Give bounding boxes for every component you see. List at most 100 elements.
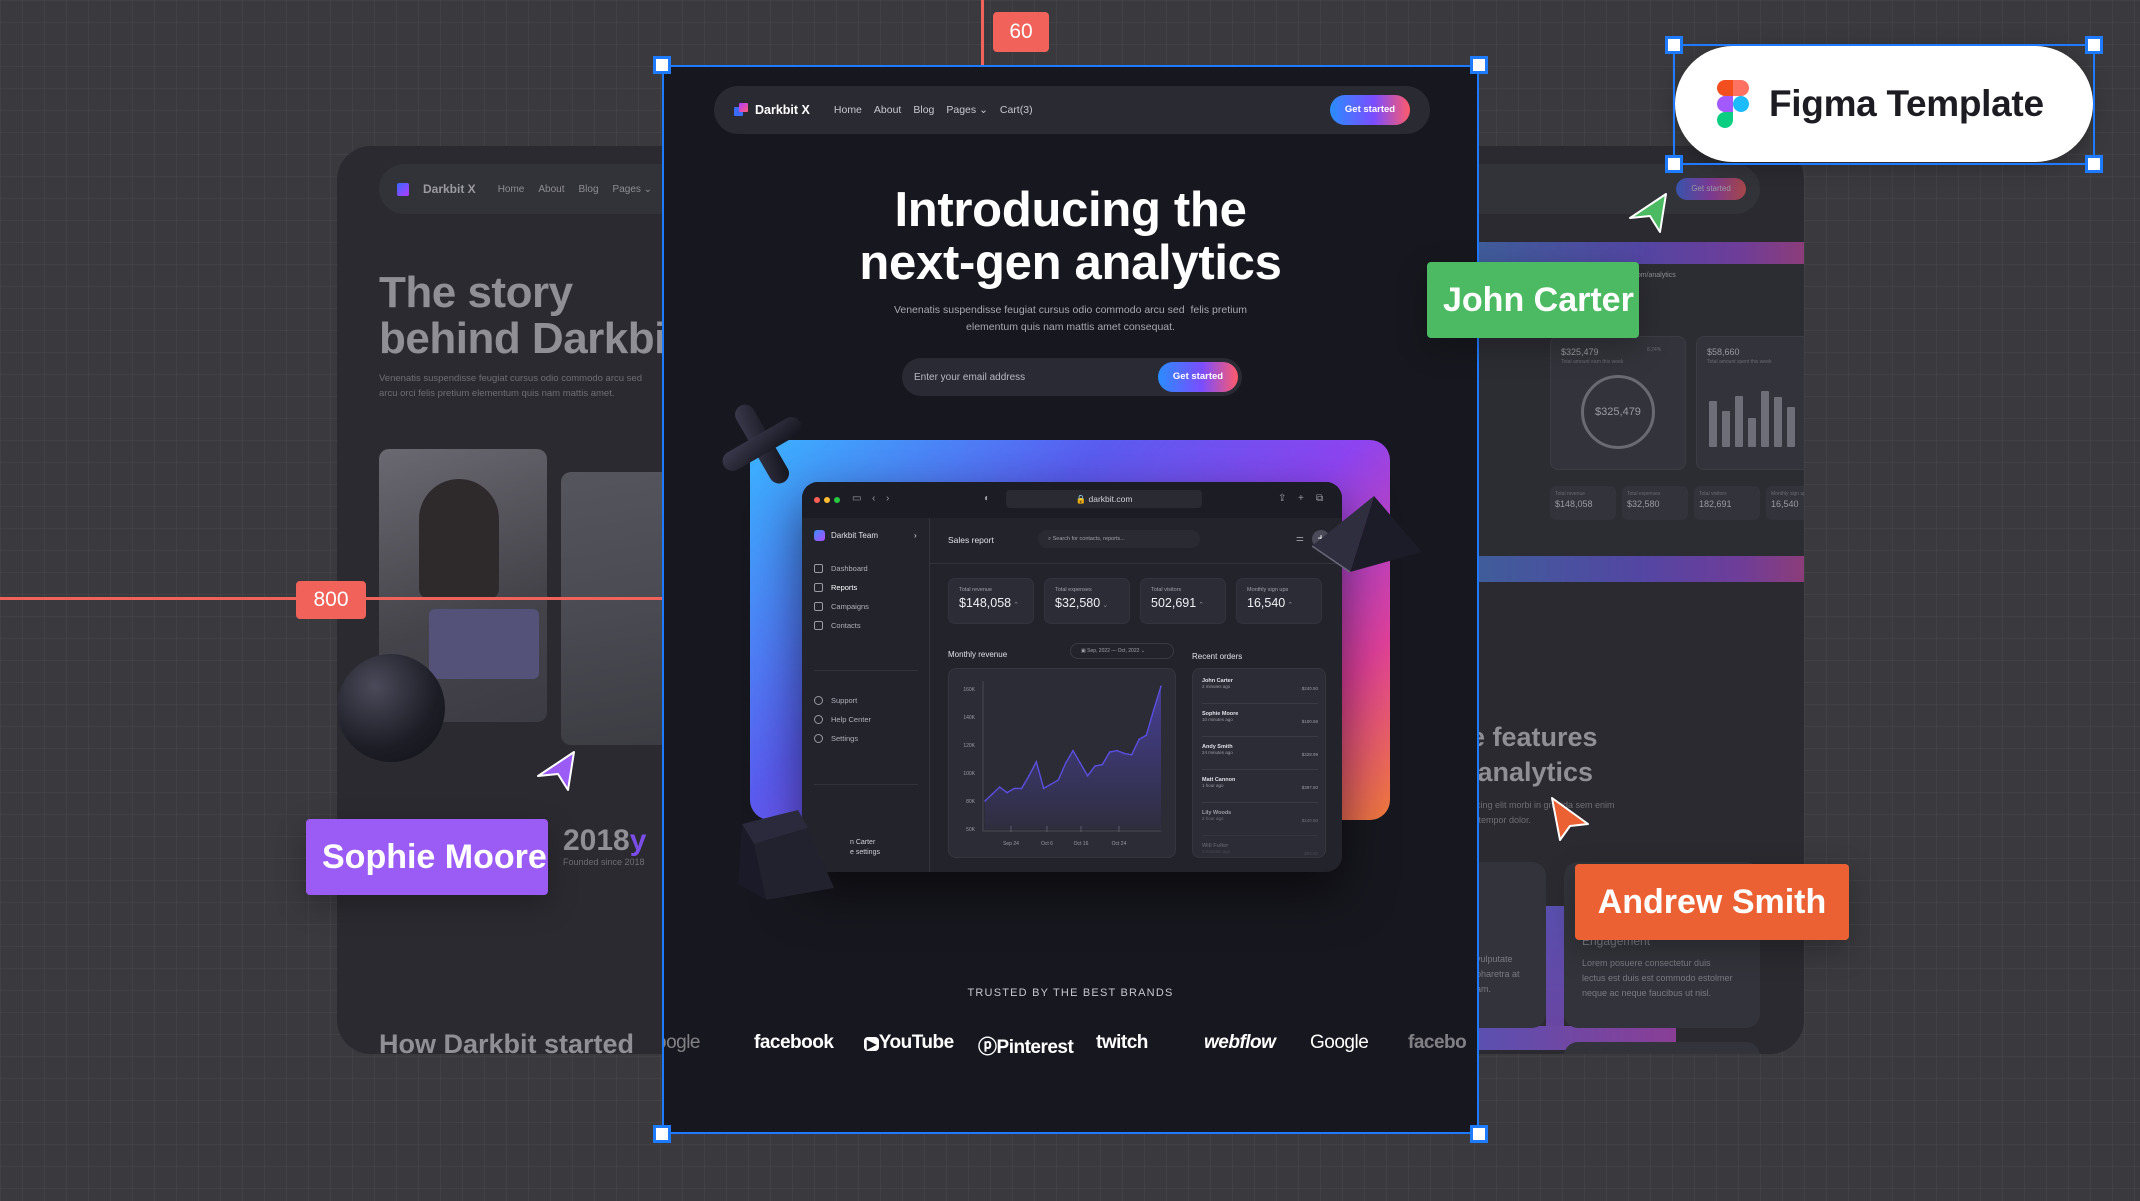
stat-card: Monthly sign ups 16,540 ⌃ xyxy=(1236,578,1322,624)
left-page-frame[interactable]: Darkbit X Home About Blog Pages ⌄ Cart(3… xyxy=(337,146,707,1054)
trend-down-icon: ⌄ xyxy=(1102,602,1109,609)
right-stat-card: Total expenses $32,580 xyxy=(1622,486,1688,520)
new-tab-icon[interactable]: + xyxy=(1298,493,1304,504)
dashboard-search[interactable]: ⌕ Search for contacts, reports... xyxy=(1038,530,1200,548)
hero-subtitle: Venenatis suspendisse feugiat cursus odi… xyxy=(893,304,1248,333)
stat-card: Total visitors 502,691 ⌃ xyxy=(1140,578,1226,624)
resize-handle-top-left[interactable] xyxy=(1665,36,1683,54)
facebook-logo-partial: facebo xyxy=(1408,1032,1467,1053)
sidebar-user[interactable]: n Carter e settings xyxy=(850,838,880,858)
earn-value: $325,479 xyxy=(1561,347,1599,357)
stat-value: 16,540 xyxy=(1247,596,1286,610)
revenue-point xyxy=(1094,765,1096,767)
collaborator-tag-john: John Carter xyxy=(1427,262,1639,338)
sidebar-item-label: Campaigns xyxy=(831,602,869,611)
stat-label: Total visitors xyxy=(1151,587,1182,593)
lock-icon: 🔒 xyxy=(1075,494,1087,504)
contacts-icon xyxy=(814,621,823,630)
left-nav-pages[interactable]: Pages ⌄ xyxy=(613,184,653,195)
left-nav-blog[interactable]: Blog xyxy=(579,184,599,195)
order-row[interactable]: Andy Smith 24 minutes ago $328.99 xyxy=(1202,737,1318,770)
nav-cart[interactable]: Cart(3) xyxy=(1000,104,1033,116)
hero-title: Introducing the next-gen analytics xyxy=(859,183,1282,290)
date-range-picker[interactable]: ▣ Sep, 2022 — Oct, 2022 ⌄ xyxy=(1070,643,1174,659)
left-nav-home[interactable]: Home xyxy=(498,184,525,195)
resize-handle-top-right[interactable] xyxy=(2085,36,2103,54)
figma-template-badge[interactable]: Figma Template xyxy=(1675,46,2093,162)
main-page-frame[interactable]: Darkbit X Home About Blog Pages ⌄ Cart(3… xyxy=(664,66,1477,1132)
address-bar[interactable]: 🔒 darkbit.com xyxy=(1006,490,1202,508)
brand[interactable]: Darkbit X xyxy=(734,103,810,117)
window-maximize-dot[interactable] xyxy=(834,497,840,503)
left-nav-about[interactable]: About xyxy=(538,184,564,195)
sidebar-toggle-icon[interactable]: ▭ xyxy=(852,493,861,504)
email-input[interactable] xyxy=(914,358,1144,396)
revenue-point xyxy=(1152,709,1155,711)
right-get-started-button[interactable]: Get started xyxy=(1676,178,1746,200)
sidebar-item-support[interactable]: Support xyxy=(814,696,857,705)
horizontal-size-label: 800 xyxy=(296,581,366,619)
revenue-point xyxy=(998,786,1001,788)
sidebar-item-reports[interactable]: Reports xyxy=(814,583,857,592)
sidebar-item-dashboard[interactable]: Dashboard xyxy=(814,564,868,573)
revenue-point xyxy=(1013,787,1016,790)
window-minimize-dot[interactable] xyxy=(824,497,830,503)
order-row[interactable]: Lily Woods 2 hour ago $240.50 xyxy=(1202,803,1318,836)
team-switcher[interactable]: Darkbit Team › xyxy=(814,530,917,541)
founded-year: 2018y xyxy=(563,824,646,858)
order-time: 24 minutes ago xyxy=(1202,750,1233,755)
share-icon[interactable]: ⇪ xyxy=(1278,493,1286,504)
resize-handle-bottom-right[interactable] xyxy=(2085,155,2103,173)
weekly-bar-chart xyxy=(1709,390,1795,447)
sidebar-item-help-center[interactable]: Help Center xyxy=(814,715,871,724)
twitch-logo: twitch xyxy=(1096,1032,1148,1053)
stat-value: $148,058 xyxy=(1555,499,1593,509)
revenue-point xyxy=(1057,779,1060,781)
purple-connector-vertical xyxy=(1546,906,1564,1046)
revenue-point xyxy=(1050,783,1052,785)
revenue-chart-card: 160K 140K 120K 100K 80K 50K Sep 24 Oct 6 Oct 16 O… xyxy=(948,668,1176,858)
bar-wed xyxy=(1735,395,1743,447)
window-close-dot[interactable] xyxy=(814,497,820,503)
bar-sat xyxy=(1774,397,1782,447)
stat-label: Total expenses xyxy=(1627,491,1661,497)
sidebar-item-campaigns[interactable]: Campaigns xyxy=(814,602,869,611)
revenue-point xyxy=(1006,791,1008,794)
sidebar-item-label: Help Center xyxy=(831,715,872,724)
team-name: Darkbit Team xyxy=(831,531,878,540)
search-icon: ⌕ xyxy=(1048,536,1052,542)
spent-value: $58,660 xyxy=(1707,347,1740,357)
nav-blog[interactable]: Blog xyxy=(913,104,934,116)
shield-icon[interactable]: ◐ xyxy=(984,493,990,504)
nav-home[interactable]: Home xyxy=(834,104,862,116)
left-navbar: Darkbit X Home About Blog Pages ⌄ Cart(3… xyxy=(379,164,707,214)
url-text: darkbit.com xyxy=(1088,494,1133,504)
sphere-3d-shape xyxy=(337,654,445,762)
revenue-point xyxy=(1108,751,1111,753)
nav-get-started-button[interactable]: Get started xyxy=(1330,95,1410,125)
x-tick-label: Oct 16 xyxy=(1074,841,1089,847)
order-row[interactable]: Sophie Moore 10 minutes ago $180.69 xyxy=(1202,704,1318,737)
collaborator-tag-andrew: Andrew Smith xyxy=(1575,864,1849,940)
order-row[interactable]: John Carter 2 minutes ago $240.50 xyxy=(1202,671,1318,704)
order-row[interactable]: Will Fuller 3 minutes ago $90.50 xyxy=(1202,836,1318,857)
email-get-started-button[interactable]: Get started xyxy=(1158,362,1238,392)
order-row[interactable]: Matt Cannon 1 hour ago $387.50 xyxy=(1202,770,1318,803)
sidebar-item-contacts[interactable]: Contacts xyxy=(814,621,861,630)
nav-about[interactable]: About xyxy=(874,104,901,116)
y-tick-label: 100K xyxy=(963,771,975,777)
founded-subtitle: Founded since 2018 xyxy=(563,857,645,867)
revenue-point xyxy=(1086,775,1089,777)
revenue-point xyxy=(991,793,994,795)
nav-pages-dropdown[interactable]: Pages ⌄ xyxy=(946,104,988,116)
revenue-point xyxy=(1116,749,1118,752)
features-description: cing elit morbi in gravida sem enim temp… xyxy=(1476,800,1615,825)
sidebar-item-settings[interactable]: Settings xyxy=(814,734,858,743)
revenue-point xyxy=(1072,749,1074,752)
filter-icon[interactable]: ⚌ xyxy=(1296,533,1304,544)
forward-icon[interactable]: › xyxy=(886,493,889,504)
brand-name: Darkbit X xyxy=(755,103,810,117)
pyramid-3d-shape xyxy=(1312,496,1422,573)
sidebar-item-label: Reports xyxy=(831,583,858,592)
back-icon[interactable]: ‹ xyxy=(872,493,875,504)
